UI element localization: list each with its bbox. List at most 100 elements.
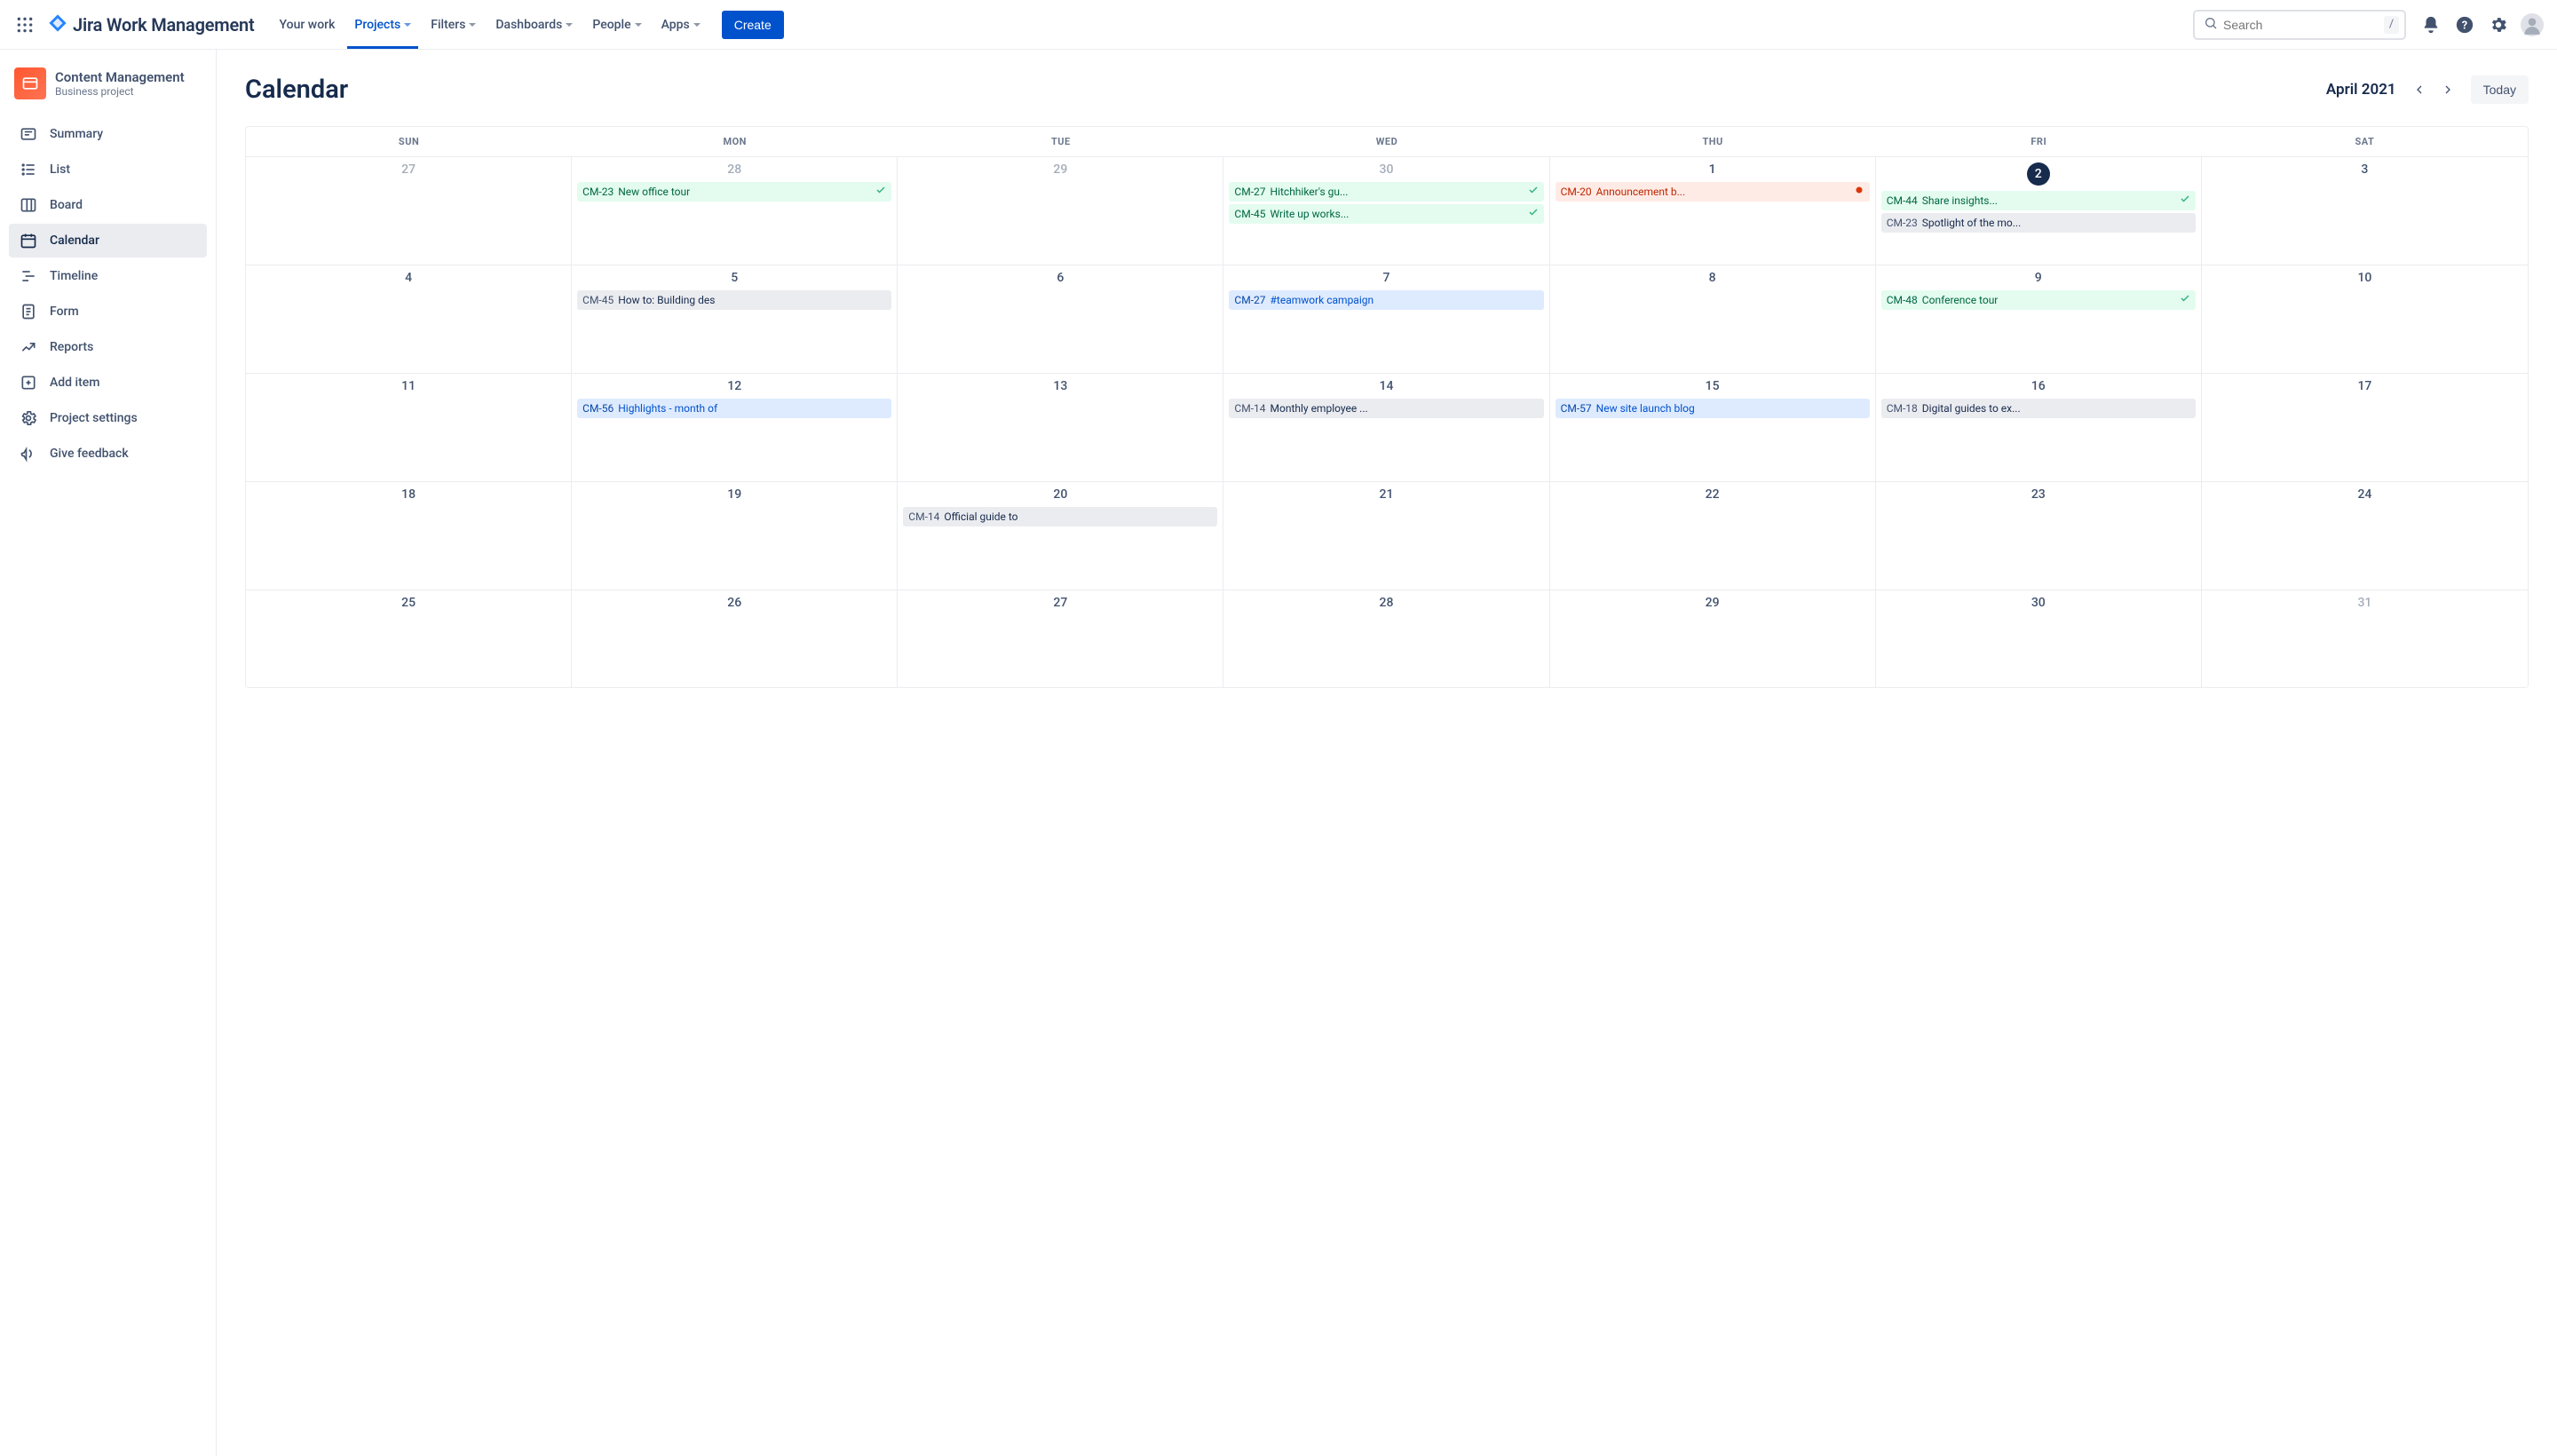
day-cell[interactable]: 30CM-27Hitchhiker's gu...CM-45Write up w… <box>1223 157 1549 265</box>
nav-your-work[interactable]: Your work <box>271 12 344 37</box>
day-cell[interactable]: 9CM-48Conference tour <box>1876 265 2202 374</box>
day-cell[interactable]: 28 <box>1223 590 1549 688</box>
day-cell[interactable]: 27 <box>246 157 572 265</box>
day-cell[interactable]: 17 <box>2202 374 2528 482</box>
day-number: 11 <box>251 379 566 393</box>
calendar-event[interactable]: CM-57New site launch blog <box>1556 399 1870 418</box>
calendar-event[interactable]: CM-45Write up works... <box>1229 204 1543 224</box>
day-cell[interactable]: 23 <box>1876 482 2202 590</box>
sidebar-item-give-feedback[interactable]: Give feedback <box>9 437 207 471</box>
day-cell[interactable]: 15CM-57New site launch blog <box>1550 374 1876 482</box>
brand-logo[interactable]: Jira Work Management <box>48 13 255 36</box>
day-cell[interactable]: 14CM-14Monthly employee ... <box>1223 374 1549 482</box>
create-button[interactable]: Create <box>722 11 784 39</box>
day-cell[interactable]: 13 <box>898 374 1223 482</box>
day-cell[interactable]: 10 <box>2202 265 2528 374</box>
calendar-event[interactable]: CM-27#teamwork campaign <box>1229 290 1543 310</box>
sidebar-item-board[interactable]: Board <box>9 188 207 222</box>
chevron-down-icon <box>404 23 411 27</box>
day-cell[interactable]: 18 <box>246 482 572 590</box>
nav-filters[interactable]: Filters <box>422 12 485 37</box>
calendar-event[interactable]: CM-14Official guide to <box>903 507 1217 526</box>
event-title: Write up works... <box>1271 206 1524 222</box>
check-icon <box>2176 193 2190 209</box>
search-input[interactable] <box>2223 18 2384 32</box>
help-icon[interactable]: ? <box>2450 11 2479 39</box>
day-cell[interactable]: 11 <box>246 374 572 482</box>
sidebar-item-reports[interactable]: Reports <box>9 330 207 364</box>
dow-header: MON <box>572 127 898 157</box>
search-icon <box>2204 16 2218 34</box>
event-key: CM-20 <box>1561 184 1592 200</box>
sidebar-item-form[interactable]: Form <box>9 295 207 328</box>
sidebar-item-list[interactable]: List <box>9 153 207 186</box>
events-list: CM-27Hitchhiker's gu...CM-45Write up wor… <box>1229 182 1543 224</box>
prev-month-button[interactable] <box>2409 79 2430 100</box>
day-cell[interactable]: 29 <box>1550 590 1876 688</box>
day-number: 31 <box>2207 596 2522 610</box>
day-number: 20 <box>903 487 1217 502</box>
calendar-event[interactable]: CM-23Spotlight of the mo... <box>1881 213 2196 233</box>
next-month-button[interactable] <box>2437 79 2458 100</box>
settings-icon[interactable] <box>2484 11 2513 39</box>
event-key: CM-14 <box>908 509 939 525</box>
page-title: Calendar <box>245 75 348 105</box>
day-number: 28 <box>1229 596 1543 610</box>
calendar-event[interactable]: CM-44Share insights... <box>1881 191 2196 210</box>
day-cell[interactable]: 28CM-23New office tour <box>572 157 898 265</box>
sidebar-item-summary[interactable]: Summary <box>9 117 207 151</box>
calendar-event[interactable]: CM-20Announcement b... <box>1556 182 1870 202</box>
nav-apps[interactable]: Apps <box>653 12 709 37</box>
sidebar-item-timeline[interactable]: Timeline <box>9 259 207 293</box>
day-cell[interactable]: 16CM-18Digital guides to ex... <box>1876 374 2202 482</box>
day-cell[interactable]: 25 <box>246 590 572 688</box>
day-cell[interactable]: 5CM-45How to: Building des <box>572 265 898 374</box>
calendar-event[interactable]: CM-18Digital guides to ex... <box>1881 399 2196 418</box>
sidebar-item-add-item[interactable]: Add item <box>9 366 207 400</box>
day-cell[interactable]: 3 <box>2202 157 2528 265</box>
search-input-wrapper[interactable]: / <box>2193 10 2406 40</box>
day-cell[interactable]: 22 <box>1550 482 1876 590</box>
day-cell[interactable]: 21 <box>1223 482 1549 590</box>
day-cell[interactable]: 20 CM-14Official guide to <box>898 482 1223 590</box>
day-cell[interactable]: 26 <box>572 590 898 688</box>
nav-projects[interactable]: Projects <box>345 12 420 37</box>
day-cell[interactable]: 27 <box>898 590 1223 688</box>
events-list: CM-56Highlights - month of <box>577 399 891 418</box>
sidebar-item-project-settings[interactable]: Project settings <box>9 401 207 435</box>
nav-dashboards[interactable]: Dashboards <box>487 12 582 37</box>
day-cell[interactable]: 19 <box>572 482 898 590</box>
calendar-event[interactable]: CM-27Hitchhiker's gu... <box>1229 182 1543 202</box>
day-cell[interactable]: 31 <box>2202 590 2528 688</box>
form-icon <box>20 303 37 320</box>
calendar-event[interactable]: CM-23New office tour <box>577 182 891 202</box>
calendar-event[interactable]: CM-48Conference tour <box>1881 290 2196 310</box>
today-button[interactable]: Today <box>2471 75 2529 104</box>
calendar-event[interactable]: CM-45How to: Building des <box>577 290 891 310</box>
day-cell[interactable]: 29 <box>898 157 1223 265</box>
week-row: 45CM-45How to: Building des67CM-27#teamw… <box>246 265 2528 374</box>
day-cell[interactable]: 12CM-56Highlights - month of <box>572 374 898 482</box>
day-cell[interactable]: 8 <box>1550 265 1876 374</box>
check-icon <box>1524 206 1539 222</box>
day-cell[interactable]: 2CM-44Share insights...CM-23Spotlight of… <box>1876 157 2202 265</box>
events-list: CM-23New office tour <box>577 182 891 202</box>
day-cell[interactable]: 1CM-20Announcement b... <box>1550 157 1876 265</box>
top-nav: Jira Work Management Your work Projects … <box>0 0 2557 50</box>
calendar-event[interactable]: CM-56Highlights - month of <box>577 399 891 418</box>
day-cell[interactable]: 24 <box>2202 482 2528 590</box>
nav-people[interactable]: People <box>583 12 650 37</box>
events-list: CM-20Announcement b... <box>1556 182 1870 202</box>
calendar-event[interactable]: CM-14Monthly employee ... <box>1229 399 1543 418</box>
app-switcher-icon[interactable] <box>11 11 39 39</box>
notifications-icon[interactable] <box>2417 11 2445 39</box>
profile-avatar[interactable] <box>2518 11 2546 39</box>
sidebar-item-calendar[interactable]: Calendar <box>9 224 207 257</box>
day-cell[interactable]: 4 <box>246 265 572 374</box>
day-cell[interactable]: 6 <box>898 265 1223 374</box>
day-cell[interactable]: 30 <box>1876 590 2202 688</box>
project-header[interactable]: Content Management Business project <box>9 67 207 112</box>
event-title: Hitchhiker's gu... <box>1271 184 1524 200</box>
reports-icon <box>20 338 37 356</box>
day-cell[interactable]: 7CM-27#teamwork campaign <box>1223 265 1549 374</box>
